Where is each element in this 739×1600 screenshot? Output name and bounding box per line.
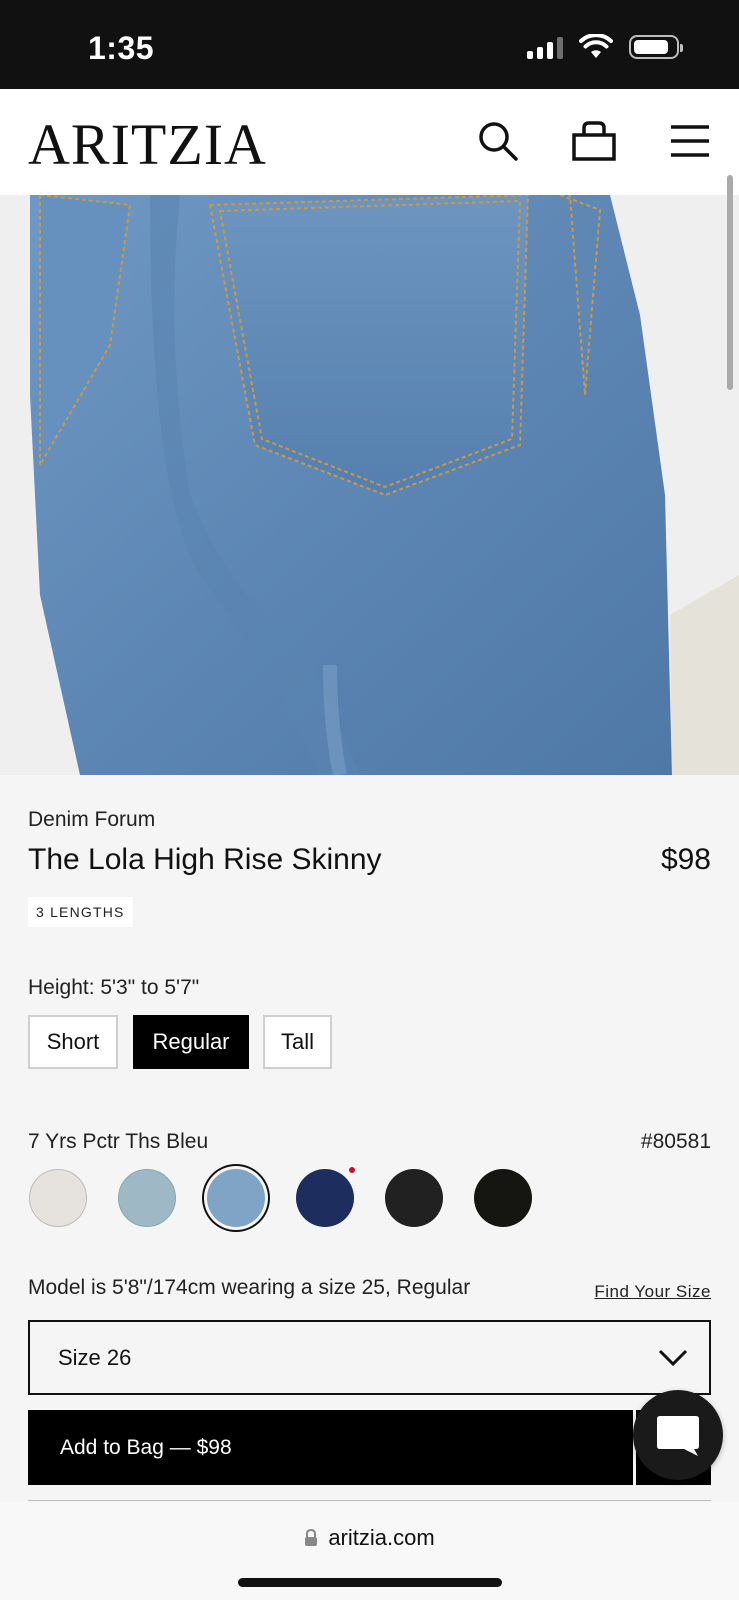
battery-icon: [629, 35, 683, 59]
color-swatch[interactable]: [118, 1169, 176, 1227]
status-bar: 1:35: [0, 0, 739, 89]
new-color-dot: [349, 1167, 355, 1173]
bag-icon[interactable]: [570, 117, 618, 165]
color-name: 7 Yrs Pctr Ths Bleu: [28, 1130, 209, 1153]
site-header: ARITZIA: [0, 89, 739, 195]
url-text: aritzia.com: [328, 1525, 435, 1550]
color-swatch[interactable]: [29, 1169, 87, 1227]
color-swatch-selected[interactable]: [207, 1169, 265, 1227]
color-swatch[interactable]: [474, 1169, 532, 1227]
jeans-photo: [0, 195, 739, 775]
divider: [28, 1500, 711, 1501]
status-time: 1:35: [88, 30, 155, 66]
chat-icon: [657, 1416, 699, 1456]
search-icon[interactable]: [474, 117, 522, 165]
size-dropdown-value: Size 26: [58, 1345, 132, 1370]
browser-url-bar[interactable]: aritzia.com: [0, 1502, 739, 1600]
product-brand[interactable]: Denim Forum: [28, 808, 155, 832]
find-your-size-link[interactable]: Find Your Size: [594, 1282, 711, 1302]
product-image[interactable]: [0, 195, 739, 775]
length-short-button[interactable]: Short: [28, 1015, 118, 1069]
color-swatch[interactable]: [296, 1169, 354, 1227]
menu-icon[interactable]: [666, 117, 714, 165]
aritzia-logo[interactable]: ARITZIA: [28, 111, 267, 178]
cellular-signal-icon: [527, 35, 563, 59]
product-price: $98: [660, 843, 711, 876]
lengths-badge: 3 LENGTHS: [28, 897, 133, 927]
wifi-icon: [579, 34, 613, 58]
lock-icon: [305, 1529, 318, 1546]
color-swatch[interactable]: [385, 1169, 443, 1227]
url-display[interactable]: aritzia.com: [0, 1525, 739, 1551]
height-label: Height: 5'3" to 5'7": [28, 976, 200, 999]
product-title: The Lola High Rise Skinny: [28, 843, 382, 876]
page-scrollbar[interactable]: [727, 175, 733, 390]
size-dropdown[interactable]: Size 26: [28, 1320, 711, 1395]
chat-button[interactable]: [633, 1390, 723, 1480]
length-regular-button[interactable]: Regular: [133, 1015, 249, 1069]
chevron-down-icon: [658, 1349, 688, 1367]
status-icons: [527, 34, 683, 60]
add-to-bag-button[interactable]: Add to Bag — $98: [28, 1410, 633, 1485]
home-indicator[interactable]: [238, 1578, 502, 1587]
length-tall-button[interactable]: Tall: [263, 1015, 332, 1069]
model-info: Model is 5'8"/174cm wearing a size 25, R…: [28, 1276, 471, 1299]
style-number: #80581: [640, 1130, 711, 1153]
